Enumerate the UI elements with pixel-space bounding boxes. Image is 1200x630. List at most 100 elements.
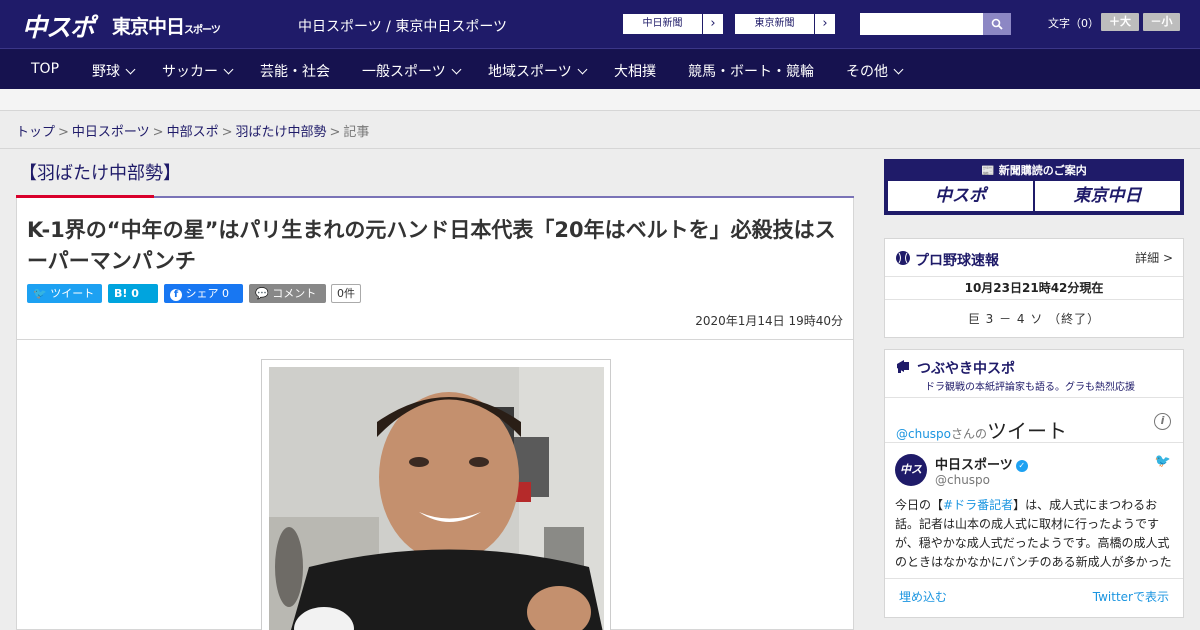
tweets-by-handle: @chuspoさんのツイート	[896, 415, 1067, 444]
chunichi-shimbun-link[interactable]: 中日新聞 ›	[622, 13, 724, 35]
twitter-icon[interactable]: 🐦	[1155, 454, 1171, 469]
tweet-author-handle[interactable]: @chuspo	[935, 473, 990, 487]
chevron-right-icon: ›	[822, 16, 828, 31]
facebook-share-button[interactable]: f シェア 0	[164, 284, 243, 303]
font-smaller-button[interactable]: －小	[1143, 13, 1180, 31]
baseball-icon	[896, 251, 910, 265]
tweet-author-name-text: 中日スポーツ	[935, 458, 1013, 473]
tweet-author-name[interactable]: 中日スポーツ ✓	[935, 454, 1028, 473]
view-on-twitter-link[interactable]: Twitterで表示	[1093, 588, 1169, 605]
article-body	[16, 340, 854, 630]
tweet-hashtag[interactable]: #ドラ番記者	[943, 498, 1013, 512]
breadcrumb-link-top[interactable]: トップ	[16, 125, 55, 140]
nav-label: その他	[846, 64, 888, 80]
comment-label: コメント	[272, 287, 317, 300]
hatena-icon: B!	[114, 287, 128, 300]
fighter-photo-illustration	[269, 367, 604, 630]
chevron-down-icon	[451, 64, 462, 75]
tweets-label: ツイート	[987, 419, 1068, 443]
baseball-score[interactable]: 巨 3 － 4 ソ （終了）	[885, 310, 1183, 327]
nav-item-racing[interactable]: 競馬・ボート・競輪	[688, 61, 814, 81]
twitter-icon: 🐦	[33, 287, 47, 300]
font-bigger-button[interactable]: ＋大	[1101, 13, 1139, 31]
subscription-banner: 📰 新聞購読のご案内 中スポ 東京中日	[884, 159, 1184, 215]
logo-tokyo-main: 東京中日	[112, 16, 185, 38]
breadcrumb-link-chubu-spo[interactable]: 中部スポ	[167, 125, 219, 140]
chevron-down-icon	[893, 64, 904, 75]
facebook-icon: f	[170, 289, 182, 301]
hatena-bookmark-button[interactable]: B! 0	[108, 284, 158, 303]
embed-link[interactable]: 埋め込む	[899, 588, 947, 605]
comment-icon: 💬	[255, 287, 269, 300]
site-header: 中スポ 東京中日スポーツ 中日スポーツ / 東京中日スポーツ 中日新聞 › 東京…	[0, 0, 1200, 48]
tweet-text: 今日の【#ドラ番記者】は、成人式にまつわるお話。記者は山本の成人式に取材に行った…	[895, 496, 1175, 570]
baseball-scores-widget: プロ野球速報 詳細 > 10月23日21時42分現在 巨 3 － 4 ソ （終了…	[884, 238, 1184, 338]
chevron-down-icon	[577, 64, 588, 75]
nav-label: TOP	[31, 61, 60, 77]
comment-button[interactable]: 💬 コメント	[249, 284, 326, 303]
nav-label: 大相撲	[614, 64, 656, 80]
nav-item-sumo[interactable]: 大相撲	[614, 61, 656, 81]
avatar[interactable]: 中スポ	[895, 454, 927, 508]
divider	[0, 148, 1200, 149]
breadcrumb-separator: >	[221, 125, 233, 140]
baseball-widget-title: プロ野球速報	[915, 253, 999, 269]
subscribe-chuspo-button[interactable]: 中スポ	[888, 181, 1033, 211]
chevron-right-icon: ›	[710, 16, 716, 31]
site-title[interactable]: 中日スポーツ / 東京中日スポーツ	[298, 16, 507, 36]
logo-tokyo-sub: スポーツ	[184, 25, 221, 36]
tweets-header: @chuspoさんのツイート i	[885, 397, 1183, 443]
article-header: K-1界の“中年の星”はパリ生まれの元ハンド日本代表「20年はベルトを」必殺技は…	[16, 198, 854, 340]
facebook-share-label: シェア 0	[185, 287, 230, 300]
breadcrumb-link-chunichi-sports[interactable]: 中日スポーツ	[72, 125, 150, 140]
tweet-label: ツイート	[50, 287, 95, 300]
nav-label: サッカー	[162, 64, 218, 80]
subscribe-tokyo-chunichi-button[interactable]: 東京中日	[1035, 181, 1180, 211]
chuspo-logo[interactable]: 中スポ	[22, 8, 95, 44]
comment-count: 0件	[331, 284, 361, 303]
megaphone-icon	[897, 360, 909, 373]
nav-item-general-sports[interactable]: 一般スポーツ	[362, 61, 462, 81]
breadcrumb-current: 記事	[343, 125, 370, 140]
search-icon	[991, 18, 1003, 30]
tweet-text-pre: 今日の【	[895, 498, 944, 512]
twitter-widget-subtitle: ドラ観戦の本紙評論家も語る。グラも熱烈応援	[925, 382, 1135, 393]
hatena-count: 0	[131, 287, 139, 300]
nav-item-local-sports[interactable]: 地域スポーツ	[488, 61, 588, 81]
tokyo-shimbun-link[interactable]: 東京新聞 ›	[734, 13, 836, 35]
article-photo[interactable]	[269, 367, 604, 630]
nav-item-top[interactable]: TOP	[31, 61, 59, 77]
breadcrumb-link-habatake[interactable]: 羽ばたけ中部勢	[236, 125, 327, 140]
ext-link-label: 東京新聞	[735, 14, 815, 34]
nav-label: 芸能・社会	[260, 64, 330, 80]
breadcrumb-separator: >	[329, 125, 341, 140]
article-date: 2020年1月14日 19時40分	[695, 314, 843, 328]
chevron-down-icon	[125, 64, 136, 75]
handle-suffix: さんの	[951, 427, 988, 441]
breadcrumb-separator: >	[58, 125, 69, 140]
subscription-title: 📰 新聞購読のご案内	[884, 162, 1184, 178]
main-nav: TOP 野球 サッカー 芸能・社会 一般スポーツ 地域スポーツ 大相撲 競馬・ボ…	[0, 48, 1200, 89]
verified-icon: ✓	[1015, 460, 1028, 472]
ad-strip	[0, 89, 1200, 111]
article-category[interactable]: 【羽ばたけ中部勢】	[19, 159, 181, 185]
tokyo-chunichi-logo[interactable]: 東京中日スポーツ	[112, 12, 221, 39]
breadcrumb: トップ > 中日スポーツ > 中部スポ > 羽ばたけ中部勢 > 記事	[16, 121, 369, 140]
twitter-widget: つぶやき中スポ ドラ観戦の本紙評論家も語る。グラも熱烈応援 @chuspoさんの…	[884, 349, 1184, 618]
nav-item-other[interactable]: その他	[846, 61, 904, 81]
breadcrumb-separator: >	[152, 125, 164, 140]
twitter-handle-link[interactable]: @chuspo	[896, 427, 951, 441]
info-icon[interactable]: i	[1154, 413, 1171, 430]
nav-label: 競馬・ボート・競輪	[688, 64, 814, 80]
search-button[interactable]	[983, 13, 1011, 35]
baseball-detail-link[interactable]: 詳細 >	[1135, 249, 1173, 266]
tweet-button[interactable]: 🐦 ツイート	[27, 284, 102, 303]
article-title: K-1界の“中年の星”はパリ生まれの元ハンド日本代表「20年はベルトを」必殺技は…	[27, 218, 836, 273]
nav-label: 一般スポーツ	[362, 64, 446, 80]
search-input[interactable]	[860, 13, 983, 35]
nav-item-baseball[interactable]: 野球	[92, 61, 136, 81]
nav-item-entertainment[interactable]: 芸能・社会	[260, 61, 330, 81]
subscription-title-text: 新聞購読のご案内	[998, 164, 1087, 177]
twitter-widget-title: つぶやき中スポ	[917, 361, 1015, 377]
nav-item-soccer[interactable]: サッカー	[162, 61, 234, 81]
